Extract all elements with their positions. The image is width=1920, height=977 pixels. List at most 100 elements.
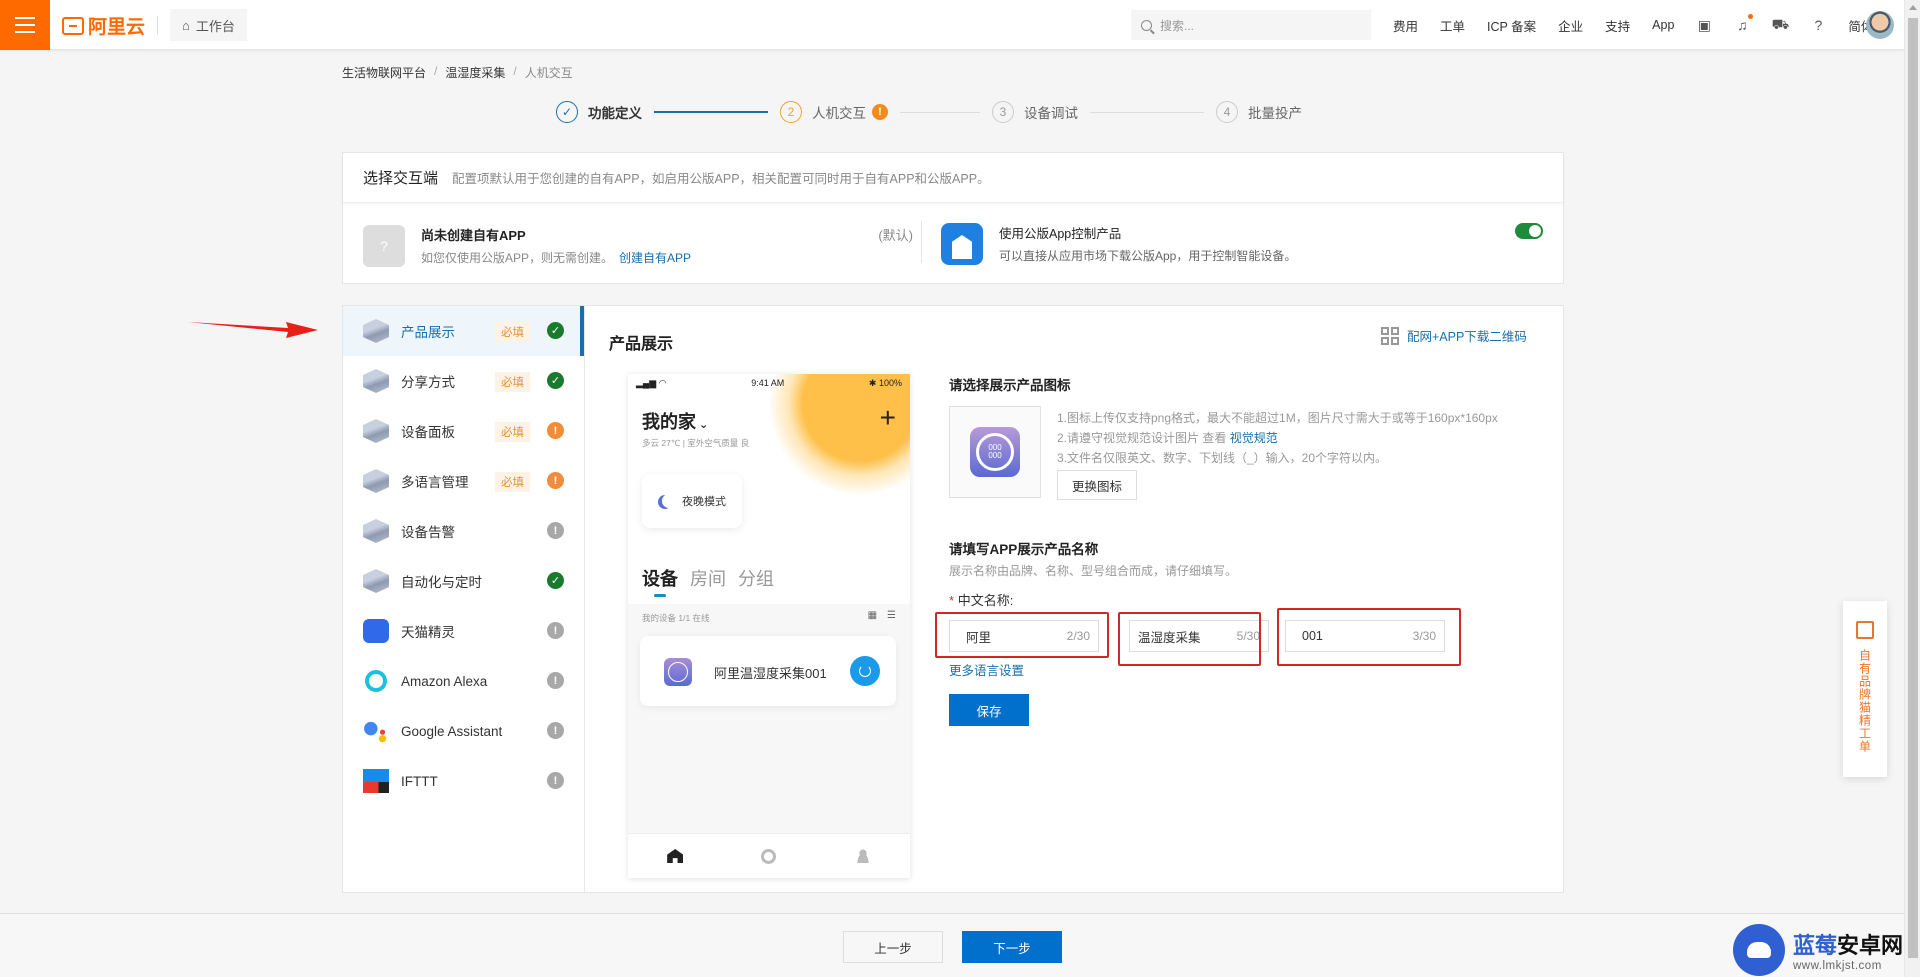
top-navbar: 阿里云 ⌂ 工作台 搜索... 费用 工单 ICP 备案 企业 支持 App ▣ … [0,0,1904,50]
next-step-button[interactable]: 下一步 [962,931,1062,963]
required-badge: 必填 [495,472,530,492]
cart-icon[interactable]: ⛟ [1772,16,1790,33]
sidebar-item-label: 设备告警 [401,525,455,540]
qr-code-link[interactable]: 配网+APP下载二维码 [1381,326,1527,345]
sidebar-item-google-assistant[interactable]: Google Assistant! [343,706,584,756]
sidebar-item-label: 分享方式 [401,375,455,390]
breadcrumb-current: 人机交互 [524,66,573,80]
product-icon-preview: 000 000 [949,406,1041,498]
previous-step-button[interactable]: 上一步 [843,931,943,963]
profile-tab-icon [854,849,871,863]
required-badge: 必填 [495,372,530,392]
section-title: 产品展示 [609,336,674,353]
home-tab-icon [667,849,684,863]
sidebar-item-label: 产品展示 [401,325,455,340]
check-circle-icon: ✓ [547,372,564,389]
nav-link-billing[interactable]: 费用 [1393,16,1418,35]
step-mass-production[interactable]: 4 批量投产 [1216,101,1302,123]
nav-link-ticket[interactable]: 工单 [1440,16,1465,35]
step-hmi[interactable]: 2 人机交互! [780,101,888,123]
help-icon[interactable]: ? [1810,17,1826,33]
qr-code-icon [1381,326,1399,345]
change-icon-button[interactable]: 更换图标 [1057,470,1137,500]
step-device-debug[interactable]: 3 设备调试 [992,101,1078,123]
watermark: 蓝莓安卓网 www.lmkjst.com [1733,924,1903,976]
sidebar-item-device-alarm[interactable]: 设备告警! [343,506,584,556]
phone-battery: ✱ 100% [868,378,902,388]
watermark-title-blue: 蓝莓 [1793,933,1838,958]
sidebar-item-multi-language[interactable]: 多语言管理 必填! [343,456,584,506]
create-own-app-link[interactable]: 创建自有APP [619,251,691,265]
search-input[interactable]: 搜索... [1131,10,1371,40]
nav-link-support[interactable]: 支持 [1605,16,1630,35]
step-function-definition[interactable]: ✓ 功能定义 [556,101,642,123]
page-scrollbar[interactable] [1904,0,1920,977]
search-placeholder: 搜索... [1160,18,1195,33]
power-icon [850,656,880,686]
own-app-option[interactable]: ? 尚未创建自有APP 如您仅使用公版APP，则无需创建。 创建自有APP (默认… [363,223,913,267]
more-language-link[interactable]: 更多语言设置 [949,660,1024,679]
phone-tab-groups: 分组 [738,569,774,589]
device-alarm-icon [363,519,389,543]
automation-timer-icon [363,569,389,593]
product-icon-glyph: 000 000 [976,433,1014,471]
qr-link-label: 配网+APP下载二维码 [1407,330,1527,344]
watermark-title: 蓝莓安卓网 [1793,928,1903,960]
sidebar-item-ifttt[interactable]: IFTTT! [343,756,584,806]
brand-ticket-float-button[interactable]: 自有品牌猫精工单 [1843,601,1887,777]
phone-tab-devices: 设备 [642,569,678,589]
phone-home-title: 我的家 ⌄ [642,408,708,434]
nav-link-icp[interactable]: ICP 备案 [1487,16,1536,35]
sidebar-item-label: Google Assistant [401,723,503,739]
nav-link-enterprise[interactable]: 企业 [1558,16,1583,35]
visual-spec-link[interactable]: 视觉规范 [1230,431,1278,445]
device-panel-icon [363,419,389,443]
public-app-title: 使用公版App控制产品 [999,227,1122,241]
sidebar-item-device-panel[interactable]: 设备面板 必填! [343,406,584,456]
breadcrumb-item[interactable]: 温湿度采集 [445,64,505,81]
notification-dot [1748,14,1754,19]
menu-icon [15,24,35,26]
user-avatar[interactable] [1866,11,1894,39]
annotation-arrow-icon [188,322,318,338]
sidebar-item-automation-timer[interactable]: 自动化与定时 ✓ [343,556,584,606]
placeholder-app-icon: ? [363,225,405,267]
scrollbar-thumb[interactable] [1908,18,1918,958]
nav-link-app[interactable]: App [1652,18,1674,32]
phone-weather: 多云 27℃ | 室外空气质量 良 [642,438,750,448]
public-app-option: 使用公版App控制产品 可以直接从应用市场下载公版App，用于控制智能设备。 [941,221,1541,267]
aliyun-logo[interactable]: 阿里云 [62,12,145,39]
breadcrumb-item[interactable]: 生活物联网平台 [342,64,426,81]
save-button[interactable]: 保存 [949,694,1029,726]
workbench-label: 工作台 [195,18,235,34]
device-icon [664,658,692,686]
bell-icon[interactable]: ♫ [1734,14,1754,33]
sidebar-item-product-display[interactable]: 产品展示 必填 ✓ [343,306,584,356]
phone-time: 9:41 AM [751,378,785,388]
tab-indicator [654,594,666,597]
warning-circle-icon: ! [547,472,564,489]
sidebar-item-label: 多语言管理 [401,475,469,490]
workbench-button[interactable]: ⌂ 工作台 [170,9,247,41]
sidebar-item-tmall-genie[interactable]: 天猫精灵! [343,606,584,656]
public-app-toggle[interactable] [1515,223,1543,239]
public-app-desc: 可以直接从应用市场下载公版App，用于控制智能设备。 [999,249,1297,263]
warning-circle-icon: ! [547,522,564,539]
active-indicator [580,306,584,356]
terminal-icon[interactable]: ▣ [1696,17,1712,33]
device-name: 阿里温湿度采集001 [714,666,827,681]
device-card: 阿里温湿度采集001 [640,636,896,706]
hamburger-menu-button[interactable] [0,0,50,50]
ticket-icon [1856,621,1874,639]
scene-card: 夜晚模式 [642,474,742,528]
divider [921,221,922,263]
grid-icon: ▦ [867,610,878,621]
required-badge: 必填 [495,322,530,342]
product-display-icon [363,319,389,343]
scroll-up-icon[interactable] [1909,5,1917,10]
hmi-config-card: 产品展示 必填 ✓ 分享方式 必填 ✓ 设备面板 必填! 多语言管理 必填! 设备告警! 自动化与定时… [342,305,1564,893]
progress-steps: ✓ 功能定义 2 人机交互! 3 设备调试 4 批量投产 [556,100,1302,124]
interaction-endpoint-card: 选择交互端 配置项默认用于您创建的自有APP，如启用公版APP，相关配置可同时用… [342,152,1564,284]
sidebar-item-share-method[interactable]: 分享方式 必填 ✓ [343,356,584,406]
sidebar-item-amazon-alexa[interactable]: Amazon Alexa! [343,656,584,706]
